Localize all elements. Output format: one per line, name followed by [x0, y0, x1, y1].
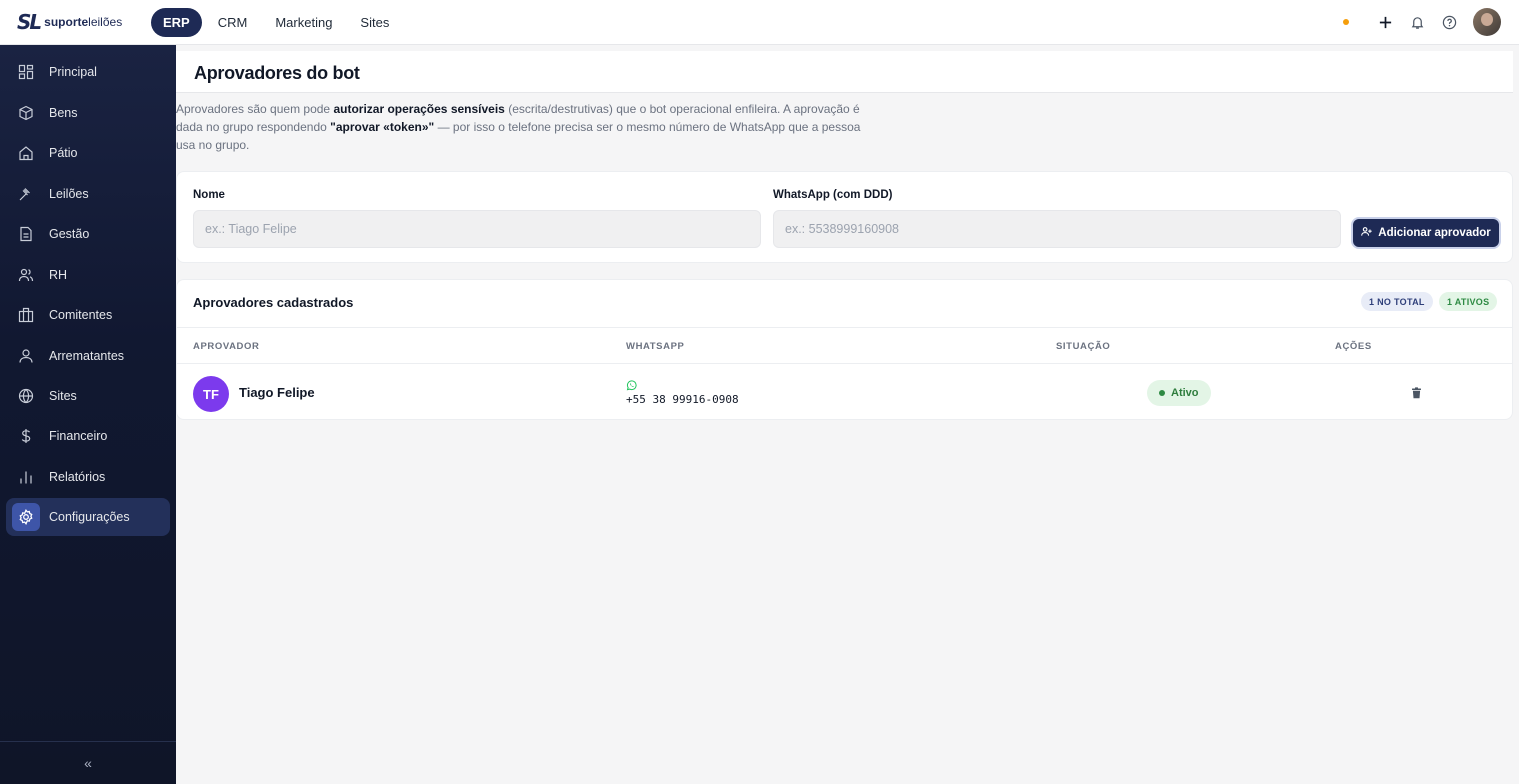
brand-logo[interactable]: SL suporteleilões: [17, 10, 137, 34]
delete-icon[interactable]: [1411, 386, 1422, 404]
bar-chart-icon: [12, 463, 40, 491]
approvers-list: Aprovadores cadastrados 1 NO TOTAL 1 ATI…: [176, 279, 1513, 420]
sidebar-item-financeiro[interactable]: Financeiro: [6, 417, 170, 455]
status-badge: Ativo: [1147, 380, 1211, 406]
list-title: Aprovadores cadastrados: [193, 295, 354, 310]
brand-mark: SL: [17, 10, 42, 34]
table-row: TF Tiago Felipe +55 38 99916-0908 Ativo: [177, 364, 1512, 420]
sidebar-item-gestao[interactable]: Gestão: [6, 215, 170, 253]
user-avatar[interactable]: [1473, 8, 1501, 36]
active-badge: 1 ATIVOS: [1439, 292, 1498, 311]
name-input[interactable]: [193, 210, 761, 248]
sidebar-item-label: Pátio: [49, 146, 78, 160]
brand-name: suporteleilões: [44, 15, 123, 29]
whatsapp-number: +55 38 99916-0908: [626, 393, 739, 406]
column-header-approver: APROVADOR: [193, 341, 260, 352]
sidebar-item-bens[interactable]: Bens: [6, 94, 170, 132]
sidebar-item-label: Principal: [49, 65, 97, 79]
help-icon[interactable]: [1433, 8, 1465, 36]
avatar: TF: [193, 376, 229, 412]
top-nav: ERP CRM Marketing Sites: [151, 7, 401, 37]
collapse-sidebar-button[interactable]: «: [0, 741, 176, 784]
column-header-whatsapp: WHATSAPP: [626, 341, 685, 352]
topnav-item-sites[interactable]: Sites: [348, 8, 401, 37]
topnav-item-marketing[interactable]: Marketing: [263, 8, 344, 37]
add-approver-button[interactable]: Adicionar aprovador: [1353, 219, 1499, 247]
sidebar-item-label: Arrematantes: [49, 349, 125, 363]
status-label: Ativo: [1171, 387, 1199, 399]
sidebar-item-arrematantes[interactable]: Arrematantes: [6, 337, 170, 375]
grid-icon: [12, 58, 40, 86]
user-icon: [12, 342, 40, 370]
page-title: Aprovadores do bot: [194, 63, 360, 83]
page-header: Aprovadores do bot: [176, 51, 1513, 93]
whatsapp-input[interactable]: [773, 210, 1341, 248]
box-icon: [12, 99, 40, 127]
column-header-actions: AÇÕES: [1335, 341, 1372, 352]
sidebar-item-label: Bens: [49, 106, 78, 120]
sidebar-item-relatorios[interactable]: Relatórios: [6, 458, 170, 496]
briefcase-icon: [12, 301, 40, 329]
sidebar-item-sites[interactable]: Sites: [6, 377, 170, 415]
top-actions: [1343, 8, 1501, 36]
double-chevron-left-icon: «: [84, 755, 92, 771]
table-header: APROVADOR WHATSAPP SITUAÇÃO AÇÕES: [177, 327, 1512, 364]
document-icon: [12, 220, 40, 248]
bell-icon[interactable]: [1401, 8, 1433, 36]
sidebar-item-rh[interactable]: RH: [6, 256, 170, 294]
total-badge: 1 NO TOTAL: [1361, 292, 1433, 311]
sidebar-item-label: Financeiro: [49, 429, 108, 443]
sidebar-item-principal[interactable]: Principal: [6, 53, 170, 91]
sidebar: Principal Bens Pátio Leilões Gestão RH C…: [0, 45, 176, 784]
gear-icon: [12, 503, 40, 531]
approver-name: Tiago Felipe: [239, 385, 315, 400]
gavel-icon: [12, 180, 40, 208]
sidebar-item-label: Comitentes: [49, 308, 113, 322]
status-dot: [1343, 19, 1349, 25]
top-bar: SL suporteleilões ERP CRM Marketing Site…: [0, 0, 1519, 45]
sidebar-item-label: Configurações: [49, 510, 130, 524]
sidebar-item-comitentes[interactable]: Comitentes: [6, 296, 170, 334]
topnav-item-crm[interactable]: CRM: [206, 8, 260, 37]
status-dot: [1159, 390, 1165, 396]
main-content: Aprovadores do bot Aprovadores são quem …: [176, 45, 1519, 784]
sidebar-item-label: Gestão: [49, 227, 90, 241]
dollar-icon: [12, 422, 40, 450]
sidebar-item-configuracoes[interactable]: Configurações: [6, 498, 170, 536]
topnav-item-erp[interactable]: ERP: [151, 7, 202, 37]
add-approver-label: Adicionar aprovador: [1378, 227, 1491, 239]
plus-icon[interactable]: [1369, 8, 1401, 36]
whatsapp-label: WhatsApp (com DDD): [773, 189, 893, 201]
users-icon: [12, 261, 40, 289]
globe-icon: [12, 382, 40, 410]
column-header-status: SITUAÇÃO: [1056, 341, 1111, 352]
sidebar-item-patio[interactable]: Pátio: [6, 134, 170, 172]
sidebar-item-leiloes[interactable]: Leilões: [6, 175, 170, 213]
name-label: Nome: [193, 189, 225, 201]
sidebar-item-label: RH: [49, 268, 68, 282]
sidebar-item-label: Relatórios: [49, 470, 106, 484]
add-approver-form: Nome WhatsApp (com DDD) Adicionar aprova…: [176, 171, 1513, 263]
sidebar-item-label: Leilões: [49, 187, 89, 201]
home-icon: [12, 139, 40, 167]
add-user-icon: [1361, 226, 1372, 240]
page-intro: Aprovadores são quem pode autorizar oper…: [176, 102, 861, 152]
sidebar-item-label: Sites: [49, 389, 77, 403]
